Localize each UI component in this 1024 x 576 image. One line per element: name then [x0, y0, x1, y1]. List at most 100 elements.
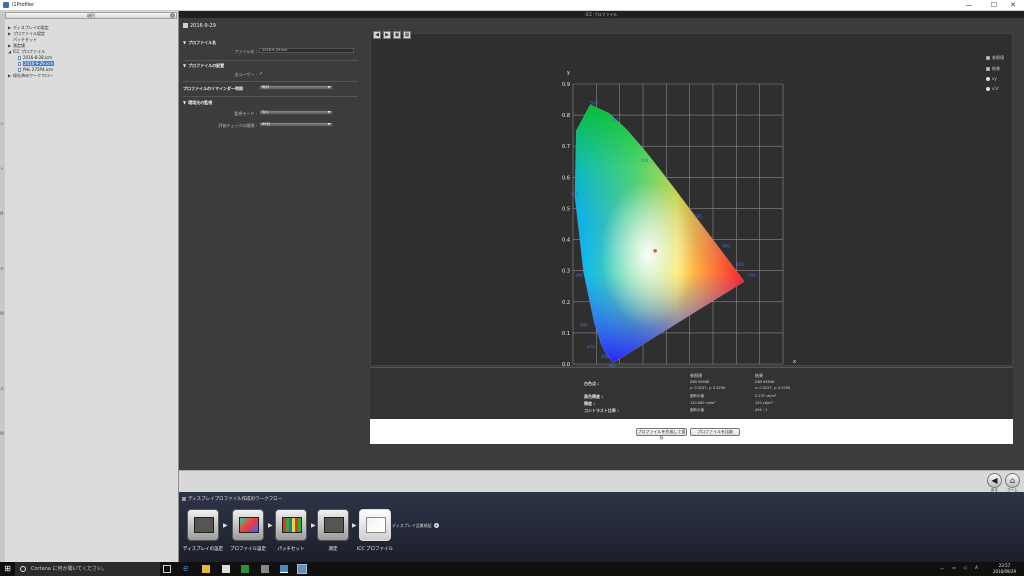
check-interval-select[interactable]: 60分 ▼: [259, 122, 333, 127]
action-bar: プロファイルを作成して保存 プロファイルを比較: [370, 419, 1013, 444]
radio-xy[interactable]: xy: [986, 76, 997, 81]
col-reference: 参照値: [690, 373, 702, 378]
close-button[interactable]: ✕: [1002, 0, 1024, 11]
radio-icon: [986, 87, 990, 91]
edge-icon[interactable]: e: [183, 565, 191, 574]
app-icon-blue[interactable]: [280, 565, 288, 573]
step-arrow-icon: ▶: [223, 522, 228, 529]
tree-item[interactable]: PHL 272P4.icm: [18, 67, 53, 72]
spectral-locus-white: [574, 104, 745, 363]
document-icon: [18, 62, 21, 66]
monitor-mode-value: なし: [262, 110, 269, 114]
tree-item[interactable]: パッチセット: [8, 37, 37, 42]
profile-title-text: 2016-9-29: [190, 23, 216, 29]
file-explorer-icon[interactable]: [202, 565, 210, 573]
wavelength-label: 560: [641, 158, 649, 163]
profile-icon: [183, 23, 188, 28]
tree-item[interactable]: ◢ ICC プロファイル: [8, 49, 45, 54]
measure-icon: [324, 517, 344, 533]
tool-tab-4[interactable]: ▦: [403, 31, 411, 39]
compare-profile-button[interactable]: プロファイルを比較: [690, 428, 740, 436]
profile-title: 2016-9-29: [183, 23, 216, 29]
wavelength-label: 480: [580, 323, 588, 328]
tree-item-label: ICC プロファイル: [13, 49, 46, 54]
reminder-select[interactable]: 毎月 ▼: [259, 85, 333, 90]
collapse-pane-icon[interactable]: ‹: [170, 13, 175, 18]
step-measure[interactable]: [317, 509, 349, 541]
document-icon: [18, 68, 21, 72]
store-icon[interactable]: [222, 565, 230, 573]
tool-tab-2[interactable]: ▶: [383, 31, 391, 39]
tree-item[interactable]: 2016-9-29.icm: [18, 61, 55, 66]
home-button[interactable]: ⌂: [1005, 473, 1020, 488]
y-axis-label: y: [567, 70, 570, 76]
left-tree-pane: ン ト M セ W ス W 項目 ‹ ▶ ディスプレイの設定 ▶ プロファイル設定 パッ…: [0, 11, 179, 562]
tray-volume-icon[interactable]: ◁: [963, 562, 966, 576]
step-label: ディスプレイの設定: [182, 547, 224, 552]
monitor-mode-select[interactable]: なし ▼: [259, 110, 333, 115]
divider: [183, 81, 358, 82]
tray-network-icon[interactable]: ▭: [952, 562, 956, 576]
step-arrow-icon: ▶: [268, 522, 273, 529]
create-save-profile-button[interactable]: プロファイルを作成して保存: [636, 428, 687, 440]
workflow-icon: [182, 497, 186, 501]
app-icon-gray[interactable]: [261, 565, 269, 573]
wavelength-label: 460: [601, 354, 609, 359]
y-tick-label: 0.3: [562, 269, 570, 275]
tree-item-label: ディスプレイの設定: [13, 25, 49, 30]
legend-reference[interactable]: 参照値: [986, 55, 1004, 61]
i1profiler-taskbar-icon[interactable]: [297, 564, 307, 574]
clock[interactable]: 23:57 2016/09/29: [993, 563, 1016, 574]
all-users-checkbox[interactable]: ✓: [259, 71, 263, 77]
taskbar: ⊞ Cortana に何か聞いてください。 e ︿ ▭ ◁ A 23:57 201…: [0, 562, 1024, 576]
tree-item-label: 2016-8-28.icm: [23, 55, 53, 60]
tree-item[interactable]: ▶ ディスプレイの設定: [8, 25, 49, 30]
chevron-down-icon: ▼: [327, 85, 330, 89]
file-name-input[interactable]: 2016-9-29.icm: [259, 48, 354, 53]
tray-ime-icon[interactable]: A: [975, 562, 978, 576]
left-edge-strip: ン ト M セ W ス W: [0, 11, 5, 562]
app-icon-green[interactable]: [241, 565, 249, 573]
wavelength-label: 600: [722, 243, 730, 248]
tree-item[interactable]: ▶ 測定値: [8, 43, 25, 48]
y-tick-label: 0.1: [562, 331, 570, 337]
tree-item[interactable]: ▶ プロファイル設定: [8, 31, 45, 36]
cortana-icon: [20, 566, 26, 572]
section-profile-placement[interactable]: ▼ プロファイルの配置: [183, 63, 224, 69]
tray-chevron-icon[interactable]: ︿: [940, 562, 945, 576]
display-icon: [194, 517, 214, 533]
tree-item[interactable]: 2016-8-28.icm: [18, 55, 52, 60]
tree-item-label: パッチセット: [13, 37, 37, 42]
step-profile-settings[interactable]: [232, 509, 264, 541]
home-icon: ⌂: [1009, 476, 1016, 485]
legend-result[interactable]: 結果: [986, 66, 1000, 72]
tool-tab-1[interactable]: ◀: [373, 31, 381, 39]
results-table: 参照値 結果 白色点 : D65 6504K x: 0.3127, y: 0.3…: [370, 367, 1013, 419]
radio-uv[interactable]: u'v': [986, 86, 999, 91]
result-value: 0.237 cd/m²: [755, 394, 777, 398]
window-title: i1Profiler: [12, 2, 35, 8]
section-monitoring[interactable]: ▼ 環境光の監視: [183, 100, 212, 106]
tree-item-label: 測定値: [13, 43, 25, 48]
tool-tab-3[interactable]: ▣: [393, 31, 401, 39]
tree-item[interactable]: ▶ 保存済みワークフロー: [8, 73, 53, 78]
back-button[interactable]: ◀: [987, 473, 1002, 488]
section-title: プロファイルの配置: [188, 63, 225, 68]
tree-header: 項目 ‹: [5, 12, 177, 19]
tree-item-label: PHL 272P4.icm: [23, 67, 53, 72]
cortana-search[interactable]: Cortana に何か聞いてください。: [15, 562, 160, 576]
y-tick-label: 0.4: [562, 238, 570, 244]
section-profile-name[interactable]: ▼ プロファイル名: [183, 40, 216, 46]
wavelength-label: 490: [575, 273, 583, 278]
minimize-button[interactable]: —: [958, 0, 980, 11]
workflow-bar: ディスプレイプロファイル作成のワークフロー ▶ ▶ ▶ ▶ ディスプレイの設定 …: [179, 492, 1024, 562]
step-patch-set[interactable]: [275, 509, 307, 541]
wavelength-label: 700: [748, 273, 756, 278]
display-quality-check[interactable]: ディスプレイ品質検証 +: [392, 523, 439, 529]
windows-start-icon[interactable]: ⊞: [0, 562, 15, 576]
task-view-icon[interactable]: [163, 565, 171, 573]
step-icc-profile[interactable]: [359, 509, 391, 541]
step-display-settings[interactable]: [187, 509, 219, 541]
strip-mark: W: [0, 311, 4, 316]
tree-item-label: プロファイル設定: [13, 31, 45, 36]
